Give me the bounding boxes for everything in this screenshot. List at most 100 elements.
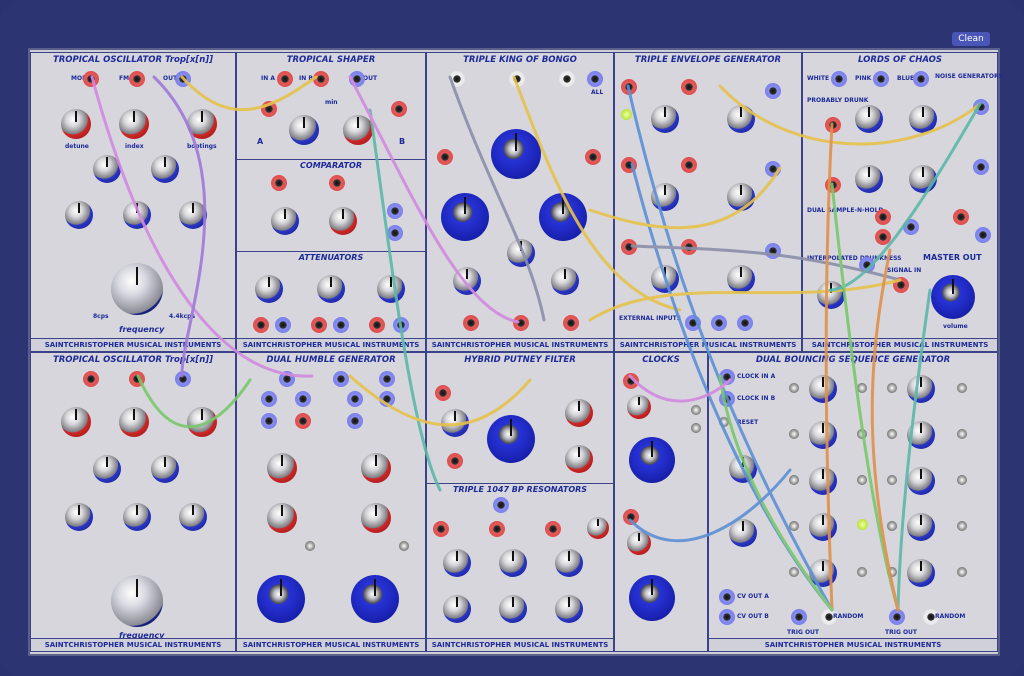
interp-cv-jack[interactable] <box>859 257 875 273</box>
sh-trig-b-jack[interactable] <box>953 209 969 225</box>
res3-cv-jack[interactable] <box>545 521 561 537</box>
comp-b-knob[interactable] <box>329 207 357 235</box>
in-b-jack[interactable] <box>513 315 529 331</box>
fm-jack[interactable] <box>129 371 145 387</box>
resonance-knob[interactable] <box>587 517 609 539</box>
cv-out-b-jack[interactable] <box>719 609 735 625</box>
ext-c-jack[interactable] <box>737 315 753 331</box>
filter-cv-knob[interactable] <box>441 409 469 437</box>
sh-cv-out-b-jack[interactable] <box>975 227 991 243</box>
clock-in-a-jack[interactable] <box>719 369 735 385</box>
h5-knob[interactable] <box>151 455 179 483</box>
seq-b-length-knob[interactable] <box>729 519 757 547</box>
out-jack[interactable] <box>349 71 365 87</box>
res3-frequency-knob[interactable] <box>555 549 583 577</box>
res1-frequency-knob[interactable] <box>443 549 471 577</box>
fm-jack[interactable] <box>129 71 145 87</box>
range-a-switch[interactable] <box>305 541 315 551</box>
out-b-jack[interactable] <box>509 71 525 87</box>
drunk-a-cv-out-jack[interactable] <box>973 99 989 115</box>
out-b-jack[interactable] <box>379 371 395 387</box>
comp-out2-jack[interactable] <box>387 225 403 241</box>
h3-knob[interactable] <box>179 503 207 531</box>
clean-button[interactable]: Clean <box>952 32 990 46</box>
in-a-jack[interactable] <box>277 71 293 87</box>
out-jack[interactable] <box>175 371 191 387</box>
step-b-knob[interactable] <box>909 165 937 193</box>
bongo-b-mode-knob[interactable] <box>507 239 535 267</box>
index-a-knob[interactable] <box>267 453 297 483</box>
index-b-knob[interactable] <box>361 453 391 483</box>
seq-b-step2-knob[interactable] <box>907 421 935 449</box>
out-c-jack[interactable] <box>559 71 575 87</box>
res3-amplitude-knob[interactable] <box>555 595 583 623</box>
h2-knob[interactable] <box>123 503 151 531</box>
seq-b-step5-switch[interactable] <box>887 567 897 577</box>
h1-knob[interactable] <box>65 503 93 531</box>
mod-jack[interactable] <box>83 371 99 387</box>
seq-a-step3-knob[interactable] <box>809 467 837 495</box>
seq-a-step1-switch[interactable] <box>789 383 799 393</box>
atten-in-2-jack[interactable] <box>311 317 327 333</box>
h2-knob[interactable] <box>123 201 151 229</box>
seq-b-step2-switch[interactable] <box>887 429 897 439</box>
sh-trig-jack[interactable] <box>875 209 891 225</box>
seq-b-out5-switch[interactable] <box>957 567 967 577</box>
b-cv-jack[interactable] <box>391 101 407 117</box>
env3-trig-jack[interactable] <box>621 239 637 255</box>
frequency-b-knob[interactable] <box>351 575 399 623</box>
seq-b-step1-knob[interactable] <box>907 375 935 403</box>
seq-b-out1-switch[interactable] <box>957 383 967 393</box>
mod-jack[interactable] <box>295 413 311 429</box>
bongo-b-decay-knob[interactable] <box>491 129 541 179</box>
wave-a1-jack[interactable] <box>261 391 277 407</box>
clock-in-b-jack[interactable] <box>719 391 735 407</box>
white-noise-jack[interactable] <box>831 71 847 87</box>
filter-in-jack[interactable] <box>435 385 451 401</box>
probability-a-knob[interactable] <box>855 105 883 133</box>
atten-in-1-jack[interactable] <box>253 317 269 333</box>
comp-a-knob[interactable] <box>271 207 299 235</box>
seq-b-step4-knob[interactable] <box>907 513 935 541</box>
bootings-knob[interactable] <box>187 407 217 437</box>
seq-a-step4-switch[interactable] <box>789 521 799 531</box>
shaper-a-knob[interactable] <box>289 115 319 145</box>
sh-sample-jack[interactable] <box>875 229 891 245</box>
detune-knob[interactable] <box>61 407 91 437</box>
atten-3-knob[interactable] <box>377 275 405 303</box>
env3-out-jack[interactable] <box>765 243 781 259</box>
res2-cv-jack[interactable] <box>489 521 505 537</box>
atten-in-3-jack[interactable] <box>369 317 385 333</box>
seq-a-step5-switch[interactable] <box>789 567 799 577</box>
clock-b-cv-jack[interactable] <box>623 509 639 525</box>
seq-b-out2-switch[interactable] <box>957 429 967 439</box>
seq-b-step4-switch[interactable] <box>887 521 897 531</box>
master-signal-in-jack[interactable] <box>893 277 909 293</box>
waveshape-a-knob[interactable] <box>267 503 297 533</box>
clock-a-switch-2[interactable] <box>691 423 701 433</box>
seq-mid-step5-switch[interactable] <box>857 567 867 577</box>
sh-cv-out-jack[interactable] <box>903 219 919 235</box>
clock-a-switch-1[interactable] <box>691 405 701 415</box>
clock-b-speed-knob[interactable] <box>629 575 675 621</box>
seq-a-step5-knob[interactable] <box>809 559 837 587</box>
interpolated-knob[interactable] <box>817 281 845 309</box>
wave-b3-jack[interactable] <box>347 413 363 429</box>
seq-a-step2-switch[interactable] <box>789 429 799 439</box>
comp-in-a-jack[interactable] <box>271 175 287 191</box>
env1-decay-knob[interactable] <box>727 105 755 133</box>
step-a-knob[interactable] <box>909 105 937 133</box>
clock-a-speed-knob[interactable] <box>629 437 675 483</box>
wave-a2-jack[interactable] <box>295 391 311 407</box>
range-b-switch[interactable] <box>399 541 409 551</box>
clock-a-cv-jack[interactable] <box>623 373 639 389</box>
wave-b2-jack[interactable] <box>379 391 395 407</box>
env1-cv-jack[interactable] <box>681 79 697 95</box>
cv-in-a-jack[interactable] <box>437 149 453 165</box>
master-volume-knob[interactable] <box>931 275 975 319</box>
trig-out-a-jack[interactable] <box>791 609 807 625</box>
wave-a3-jack[interactable] <box>261 413 277 429</box>
shaper-b-knob[interactable] <box>343 115 373 145</box>
bongo-c-decay-knob[interactable] <box>539 193 587 241</box>
clock-b-rate-knob[interactable] <box>627 531 651 555</box>
